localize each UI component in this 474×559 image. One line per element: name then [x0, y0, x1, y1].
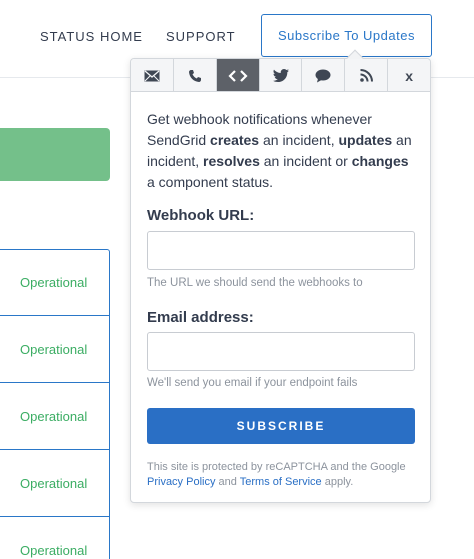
- close-icon: x: [405, 67, 413, 84]
- component-row: Operational: [0, 316, 110, 383]
- rss-icon: [359, 69, 373, 82]
- tab-rss[interactable]: [345, 59, 389, 91]
- component-status: Operational: [20, 341, 88, 357]
- component-status: Operational: [20, 475, 88, 491]
- webhook-url-label: Webhook URL:: [147, 207, 255, 224]
- recaptcha-text: and: [215, 476, 240, 488]
- component-row: Operational: [0, 383, 110, 450]
- support-link[interactable]: SUPPORT: [166, 29, 236, 44]
- webhook-description: Get webhook notifications whenever SendG…: [147, 109, 419, 193]
- component-list: Operational Operational Operational Oper…: [0, 249, 110, 559]
- recaptcha-text: apply.: [321, 476, 354, 488]
- email-address-label: Email address:: [147, 309, 254, 326]
- description-bold-changes: changes: [351, 153, 409, 169]
- subscription-method-tabs: x: [131, 59, 430, 92]
- recaptcha-text: This site is protected by reCAPTCHA and …: [147, 461, 406, 473]
- description-bold-resolves: resolves: [203, 153, 260, 169]
- privacy-policy-link[interactable]: Privacy Policy: [147, 476, 215, 488]
- webhook-url-hint: The URL we should send the webhooks to: [147, 277, 363, 289]
- phone-icon: [188, 69, 202, 83]
- component-status: Operational: [20, 542, 88, 558]
- tab-email[interactable]: [131, 59, 174, 91]
- component-status: Operational: [20, 408, 88, 424]
- status-home-link[interactable]: STATUS HOME: [40, 29, 143, 44]
- tab-twitter[interactable]: [260, 59, 303, 91]
- subscribe-popup: x Get webhook notifications whenever Sen…: [130, 49, 431, 503]
- component-status: Operational: [20, 275, 88, 290]
- description-text: a component status.: [147, 174, 274, 190]
- recaptcha-notice: This site is protected by reCAPTCHA and …: [147, 460, 419, 490]
- description-text: an incident,: [259, 132, 339, 148]
- tab-webhook[interactable]: [216, 59, 260, 91]
- status-banner: [0, 128, 110, 181]
- component-row: Operational: [0, 517, 110, 559]
- email-icon: [144, 70, 160, 82]
- tab-close[interactable]: x: [388, 59, 430, 91]
- description-bold-creates: creates: [210, 132, 260, 148]
- description-text: an incident or: [259, 153, 352, 169]
- component-row: Operational: [0, 249, 110, 316]
- subscribe-button[interactable]: SUBSCRIBE: [147, 408, 415, 444]
- description-bold-updates: updates: [338, 132, 393, 148]
- webhook-url-input[interactable]: [147, 231, 415, 270]
- tab-chat[interactable]: [302, 59, 346, 91]
- tab-sms[interactable]: [174, 59, 217, 91]
- component-row: Operational: [0, 450, 110, 517]
- chat-icon: [315, 69, 331, 83]
- terms-of-service-link[interactable]: Terms of Service: [240, 476, 322, 488]
- webhook-icon: [228, 69, 248, 82]
- subscribe-to-updates-button[interactable]: Subscribe To Updates: [261, 14, 432, 57]
- email-address-input[interactable]: [147, 332, 415, 371]
- twitter-icon: [272, 69, 289, 82]
- email-address-hint: We'll send you email if your endpoint fa…: [147, 377, 358, 389]
